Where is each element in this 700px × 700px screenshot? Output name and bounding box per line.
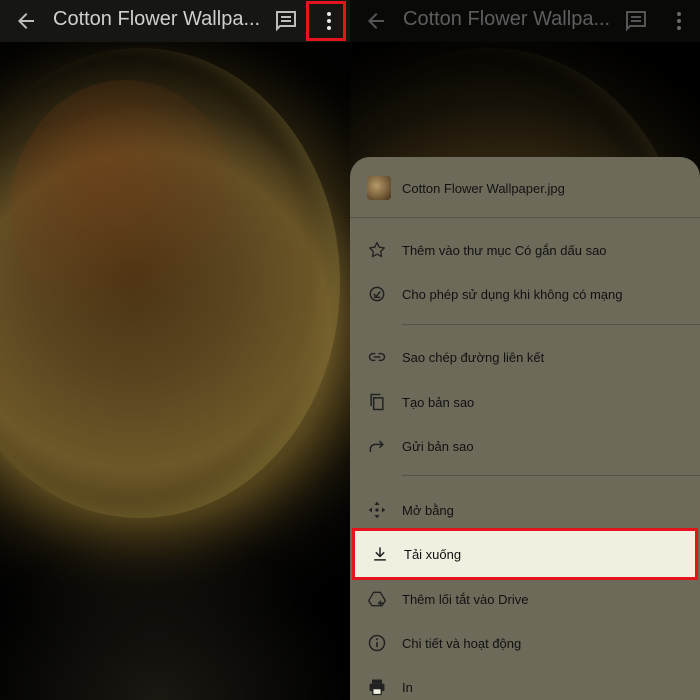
menu-item-add-shortcut[interactable]: Thêm lối tắt vào Drive — [350, 579, 700, 623]
sheet-header: Cotton Flower Wallpaper.jpg — [350, 157, 700, 217]
menu-item-label: Mở bằng — [402, 503, 454, 518]
menu-item-label: Sao chép đường liên kết — [402, 350, 545, 365]
menu-item-label: Chi tiết và hoạt động — [402, 636, 522, 651]
share-icon — [369, 440, 384, 452]
menu-item-label: Cho phép sử dụng khi không có mạng — [402, 287, 623, 302]
back-arrow-icon[interactable] — [14, 9, 38, 33]
divider — [402, 324, 700, 325]
right-screen: Cotton Flower Wallpa... Cotton Flower Wa… — [350, 0, 700, 700]
menu-item-copy-link[interactable]: Sao chép đường liên kết — [350, 337, 700, 381]
copy-icon — [370, 393, 384, 411]
divider — [402, 475, 700, 476]
print-icon — [369, 679, 385, 696]
offline-icon — [369, 286, 385, 302]
divider — [350, 217, 700, 218]
file-name: Cotton Flower Wallpaper.jpg — [402, 181, 565, 196]
menu-item-offline[interactable]: Cho phép sử dụng khi không có mạng — [350, 274, 700, 318]
orb-glow — [10, 80, 240, 340]
file-title: Cotton Flower Wallpa... — [53, 8, 261, 30]
download-icon — [374, 547, 386, 561]
menu-item-make-copy[interactable]: Tạo bản sao — [350, 382, 700, 426]
menu-item-details[interactable]: Chi tiết và hoạt động — [350, 623, 700, 667]
info-icon — [368, 634, 386, 652]
dust-texture — [0, 530, 350, 700]
add-shortcut-icon — [367, 591, 387, 607]
menu-item-label: In — [402, 680, 413, 695]
menu-item-download[interactable]: Tải xuống — [352, 528, 698, 580]
top-bar: Cotton Flower Wallpa... — [0, 0, 350, 42]
menu-item-send-copy[interactable]: Gửi bản sao — [350, 426, 700, 470]
file-thumbnail — [367, 176, 391, 200]
bottom-sheet-menu: Cotton Flower Wallpaper.jpg Thêm vào thư… — [350, 157, 700, 700]
star-icon — [369, 241, 385, 258]
comment-icon[interactable] — [274, 9, 298, 33]
left-screen: Cotton Flower Wallpa... — [0, 0, 350, 700]
menu-item-label: Thêm lối tắt vào Drive — [402, 592, 529, 607]
link-icon — [368, 352, 386, 362]
menu-item-star[interactable]: Thêm vào thư mục Có gắn dấu sao — [350, 230, 700, 274]
more-button-highlight — [306, 1, 346, 41]
menu-item-label: Thêm vào thư mục Có gắn dấu sao — [402, 243, 607, 258]
menu-item-label: Tải xuống — [404, 547, 462, 562]
open-with-icon — [368, 501, 386, 519]
menu-item-print[interactable]: In — [350, 667, 700, 700]
menu-item-label: Gửi bản sao — [402, 439, 474, 454]
menu-item-label: Tạo bản sao — [402, 395, 475, 410]
